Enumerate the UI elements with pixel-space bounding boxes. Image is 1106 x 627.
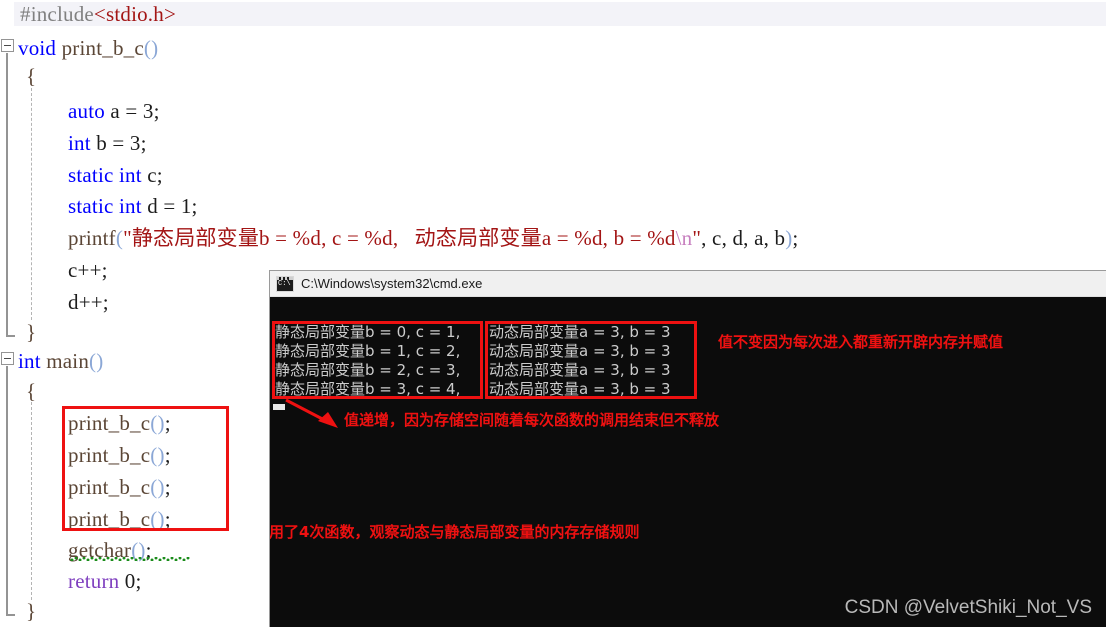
code-token: int — [68, 131, 91, 155]
console-dynamic-line: 动态局部变量a = 3, b = 3 — [489, 323, 671, 341]
annotation-increment-note: 值递增，因为存储空间随着每次函数的调用结束但不释放 — [344, 411, 720, 429]
indent-guide-main — [31, 402, 33, 600]
code-token: main — [46, 349, 90, 373]
code-token: ( — [115, 226, 124, 250]
code-line: } — [26, 322, 36, 343]
collapse-toggle-main[interactable] — [1, 352, 14, 365]
code-token: { — [26, 64, 37, 88]
console-dynamic-line: 动态局部变量a = 3, b = 3 — [489, 380, 671, 398]
code-line: int main() — [18, 351, 103, 372]
code-token: , c, d, a, b — [701, 226, 786, 250]
code-line: auto a = 3; — [68, 101, 160, 122]
annotation-calls-note: 调用了4次函数，观察动态与静态局部变量的内存存储规则 — [270, 523, 640, 541]
code-line: { — [26, 66, 36, 87]
code-token: () — [150, 475, 165, 499]
code-line: void print_b_c() — [18, 38, 158, 59]
code-token: "静态局部变量b = %d, c = %d, 动态局部变量a = %d, b =… — [123, 226, 676, 250]
arrow-to-static-output — [285, 398, 338, 428]
code-token: } — [26, 599, 37, 623]
csdn-watermark: CSDN @VelvetShiki_Not_VS — [844, 597, 1092, 618]
code-token: () — [143, 36, 159, 60]
code-token: 3 — [129, 131, 141, 155]
code-token: ; — [191, 194, 198, 218]
console-static-line: 静态局部变量b = 2, c = 3, — [275, 361, 461, 379]
code-line: return 0; — [68, 571, 142, 592]
outline-bracket-foot-main — [6, 614, 15, 616]
code-token: print_b_c — [68, 411, 151, 435]
code-token: static int — [68, 194, 142, 218]
cmd-console-window[interactable]: C:\Windows\system32\cmd.exe 静态局部变量b = 0,… — [270, 271, 1106, 627]
code-token: return — [68, 569, 120, 593]
console-static-line: 静态局部变量b = 1, c = 2, — [275, 342, 461, 360]
code-token: ; — [164, 443, 171, 467]
code-line: printf("静态局部变量b = %d, c = %d, 动态局部变量a = … — [68, 228, 798, 249]
code-token: 3 — [142, 99, 154, 123]
code-line: static int c; — [68, 165, 163, 186]
code-token: ; — [164, 507, 171, 531]
console-title-label: C:\Windows\system32\cmd.exe — [301, 276, 483, 291]
code-token: static int — [68, 163, 142, 187]
console-dynamic-line: 动态局部变量a = 3, b = 3 — [489, 342, 671, 360]
code-token: ; — [140, 131, 147, 155]
code-token: c++; — [68, 258, 108, 282]
code-token: 1 — [180, 194, 192, 218]
collapse-toggle-print-b-c[interactable] — [1, 39, 14, 52]
code-token: } — [26, 320, 37, 344]
screenshot-root: #include<stdio.h> void print_b_c(){auto a… — [0, 0, 1106, 627]
code-token: auto — [68, 99, 105, 123]
code-line: static int d = 1; — [68, 196, 198, 217]
code-token: print_b_c — [68, 507, 151, 531]
code-token: int — [18, 349, 47, 373]
code-token: d++; — [68, 290, 109, 314]
code-token: printf — [68, 226, 116, 250]
code-token: d = — [141, 194, 181, 218]
code-token: () — [89, 349, 104, 373]
outline-bracket-main — [6, 366, 8, 616]
console-dynamic-line: 动态局部变量a = 3, b = 3 — [489, 361, 671, 379]
code-token: #include — [20, 2, 94, 26]
console-static-line: 静态局部变量b = 3, c = 4, — [275, 380, 461, 398]
code-line: c++; — [68, 260, 108, 281]
code-token: ; — [792, 226, 799, 250]
code-token: () — [150, 443, 165, 467]
code-token: print_b_c — [61, 36, 144, 60]
code-line: { — [26, 381, 36, 402]
code-line: print_b_c(); — [68, 509, 171, 530]
cmd-prompt-icon — [276, 275, 294, 292]
code-token: { — [26, 379, 37, 403]
code-token: void — [18, 36, 62, 60]
code-token: " — [692, 226, 702, 250]
code-token: b = — [90, 131, 130, 155]
console-titlebar[interactable]: C:\Windows\system32\cmd.exe — [270, 271, 1106, 297]
code-token: print_b_c — [68, 443, 151, 467]
code-line: d++; — [68, 292, 109, 313]
outline-bracket-foot-print-b-c — [6, 335, 15, 337]
code-line: int b = 3; — [68, 133, 147, 154]
indent-guide-print-b-c — [31, 88, 33, 320]
code-token: a = — [104, 99, 143, 123]
code-line: print_b_c(); — [68, 413, 171, 434]
code-line: print_b_c(); — [68, 477, 171, 498]
code-line: print_b_c(); — [68, 445, 171, 466]
code-token: () — [150, 411, 165, 435]
code-token: ; — [153, 99, 160, 123]
code-token: ; — [164, 475, 171, 499]
getchar-error-squiggle — [70, 557, 190, 561]
code-token: ; — [164, 411, 171, 435]
code-token: 0; — [119, 569, 142, 593]
outline-bracket-print-b-c — [6, 53, 8, 337]
code-token: \n — [675, 226, 693, 250]
code-token: () — [150, 507, 165, 531]
annotation-right-note: 值不变因为每次进入都重新开辟内存并赋值 — [718, 333, 1004, 351]
current-line-highlight — [14, 2, 1106, 26]
code-token: <stdio.h> — [93, 2, 176, 26]
code-line: } — [26, 601, 36, 622]
console-static-line: 静态局部变量b = 0, c = 1, — [275, 323, 461, 341]
console-output-area[interactable]: 静态局部变量b = 0, c = 1, 静态局部变量b = 1, c = 2, 静态… — [270, 297, 1106, 627]
code-token: c; — [141, 163, 163, 187]
code-token: print_b_c — [68, 475, 151, 499]
code-line: #include<stdio.h> — [20, 4, 176, 25]
